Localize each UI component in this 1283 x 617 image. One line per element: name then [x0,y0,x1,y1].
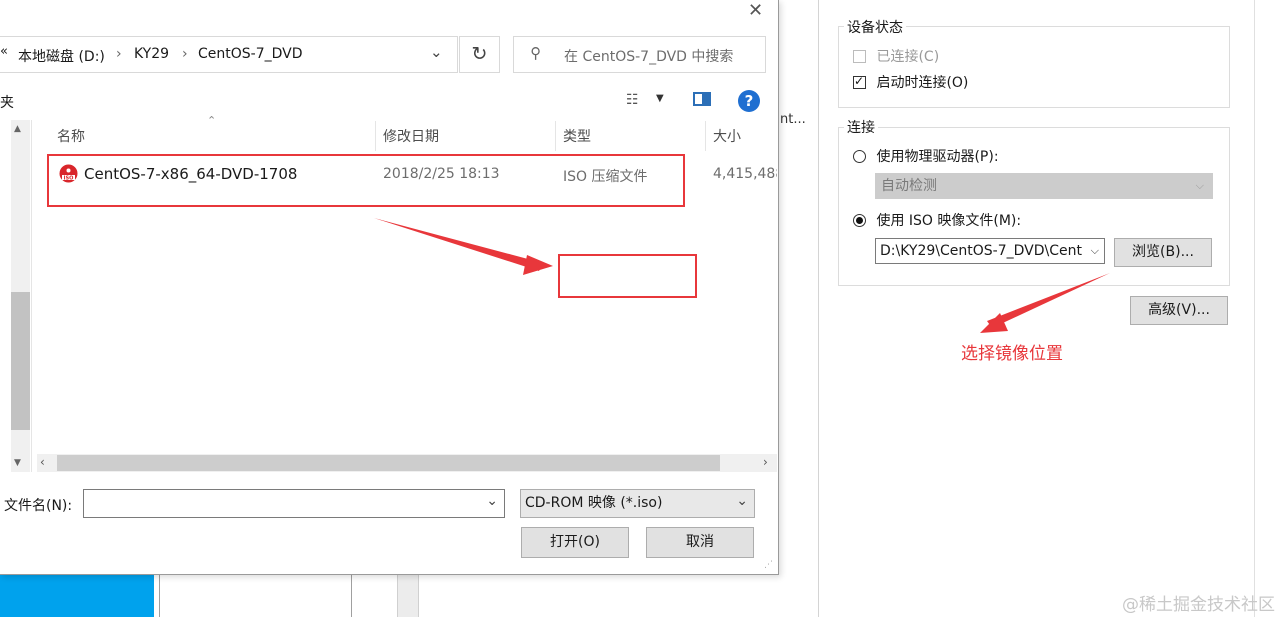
arrow-to-target-shaft [374,218,543,271]
annotation-caption: 选择镜像位置 [961,344,1063,364]
arrow-to-target-head [523,255,553,275]
annotation-arrows [374,218,1110,333]
watermark: @稀土掘金技术社区 [1122,595,1275,615]
arrow-to-path-shaft [987,273,1110,328]
